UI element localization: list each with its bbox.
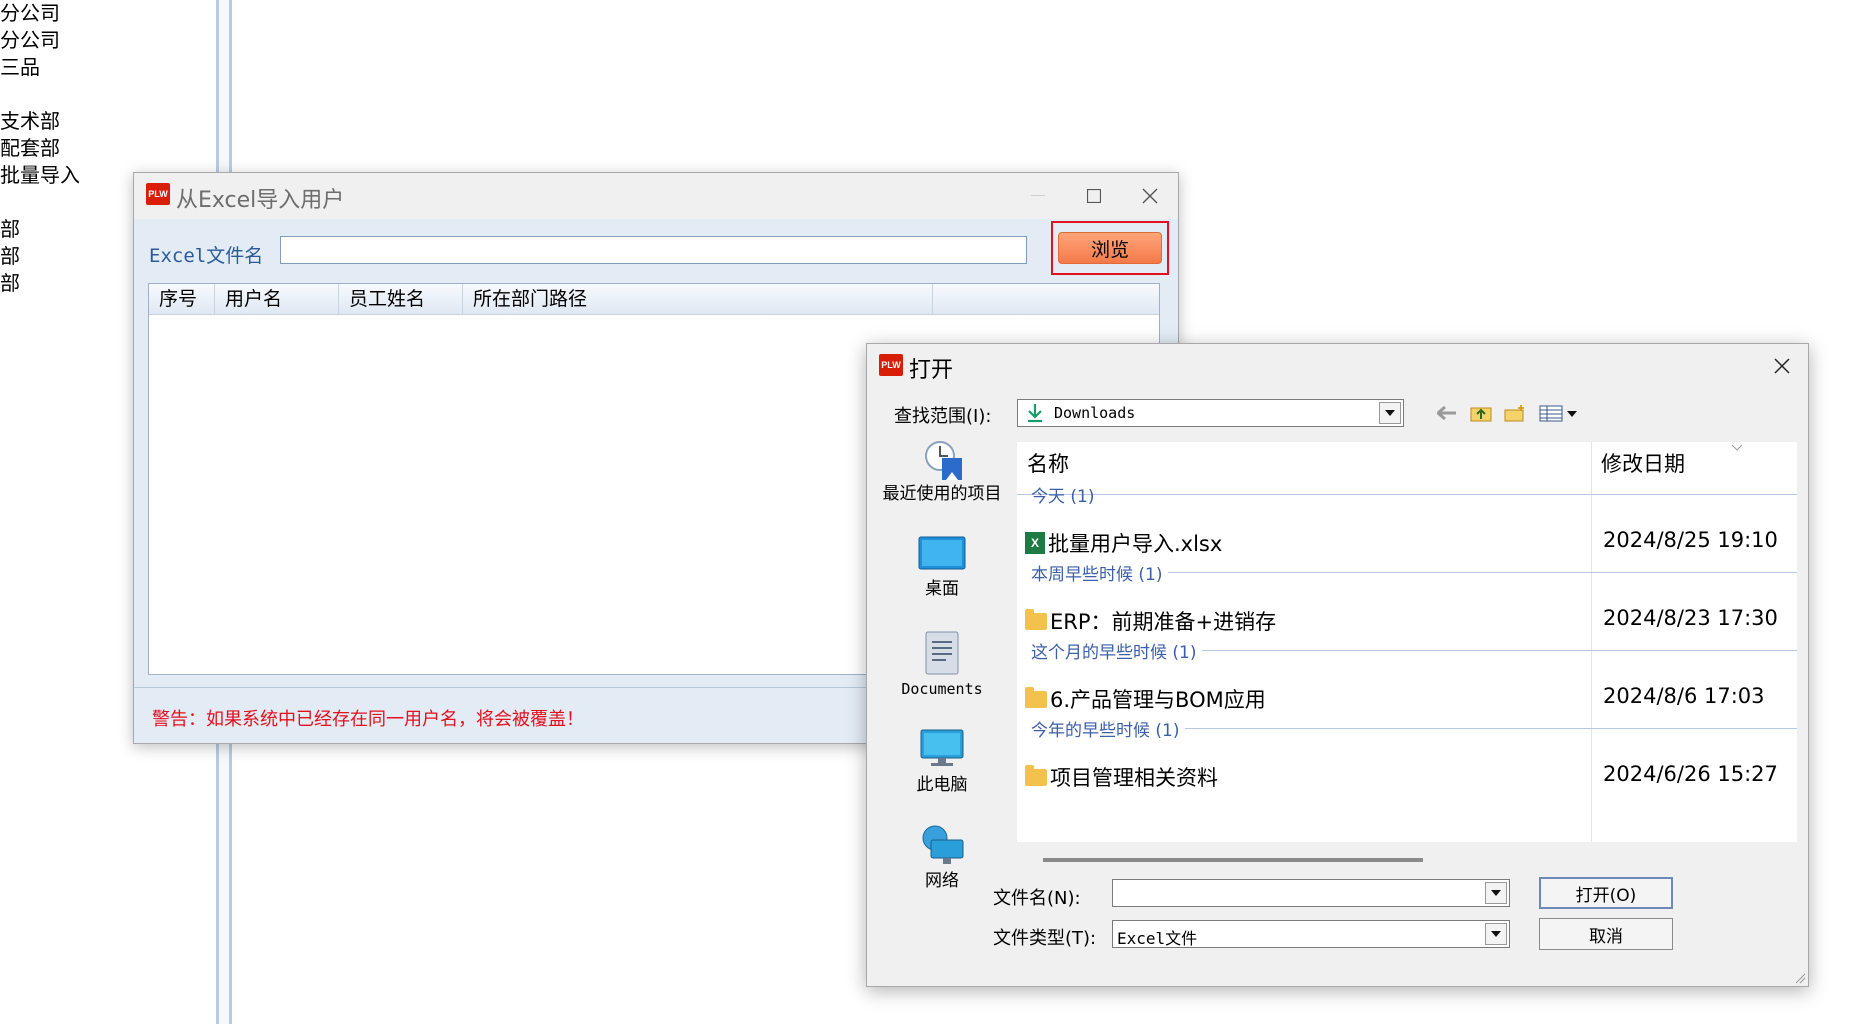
folder-icon <box>1025 764 1047 786</box>
up-folder-button[interactable] <box>1468 399 1494 427</box>
tree-item[interactable] <box>0 189 80 216</box>
column-header-username[interactable]: 用户名 <box>215 284 339 314</box>
desktop-icon <box>918 536 966 570</box>
file-name: 批量用户导入.xlsx <box>1048 532 1223 556</box>
column-header-index[interactable]: 序号 <box>149 284 215 314</box>
download-icon <box>1028 404 1042 423</box>
sort-chevron-icon <box>1731 444 1743 451</box>
background-tree: 分公司 分公司 三品 支术部 配套部 批量导入 部 部 部 <box>0 0 80 297</box>
place-documents[interactable]: Documents <box>867 630 1017 698</box>
column-header-employee-name[interactable]: 员工姓名 <box>339 284 463 314</box>
tree-item[interactable]: 支术部 <box>0 108 80 135</box>
look-in-combo[interactable]: Downloads <box>1017 399 1404 427</box>
back-button[interactable] <box>1434 399 1460 427</box>
tree-item[interactable]: 分公司 <box>0 27 80 54</box>
filename-combo[interactable] <box>1112 879 1510 907</box>
chevron-down-icon[interactable] <box>1485 882 1507 904</box>
new-folder-icon <box>1504 405 1524 422</box>
dialog-titlebar[interactable]: PLW 从Excel导入用户 <box>134 173 1178 219</box>
tree-item[interactable]: 部 <box>0 216 80 243</box>
tree-item[interactable] <box>0 81 80 108</box>
file-name: 6.产品管理与BOM应用 <box>1050 688 1266 712</box>
back-arrow-icon <box>1437 406 1456 420</box>
excel-filename-input[interactable] <box>280 236 1027 264</box>
dialog-title: 从Excel导入用户 <box>176 188 345 213</box>
tree-item[interactable]: 配套部 <box>0 135 80 162</box>
this-pc-icon <box>920 729 964 766</box>
documents-icon <box>925 631 959 675</box>
column-header-dept-path[interactable]: 所在部门路径 <box>463 284 933 314</box>
close-icon <box>1774 358 1790 374</box>
minimize-icon <box>1031 195 1045 196</box>
group-header: 这个月的早些时候 (1) <box>1031 638 1797 663</box>
close-button[interactable] <box>1122 173 1178 219</box>
view-list-icon <box>1539 405 1577 422</box>
chevron-down-icon[interactable] <box>1485 923 1507 945</box>
file-name: 项目管理相关资料 <box>1050 766 1218 790</box>
filename-label: 文件名(N): <box>993 888 1081 909</box>
file-list[interactable]: 名称 修改日期 今天 (1) X 批量用户导入.xlsx 2024/8/25 19… <box>1017 442 1797 842</box>
tree-item[interactable]: 三品 <box>0 54 80 81</box>
file-list-header: 名称 修改日期 <box>1017 442 1797 482</box>
close-button[interactable] <box>1756 344 1808 388</box>
folder-icon <box>1025 686 1047 708</box>
file-row[interactable]: X 批量用户导入.xlsx 2024/8/25 19:10 <box>1025 522 1795 562</box>
file-row[interactable]: 项目管理相关资料 2024/6/26 15:27 <box>1025 756 1795 796</box>
excel-filename-label: Excel文件名 <box>149 245 264 267</box>
look-in-value: Downloads <box>1054 404 1136 422</box>
view-menu-button[interactable] <box>1537 399 1581 427</box>
plw-logo-icon: PLW <box>879 354 903 376</box>
place-network[interactable]: 网络 <box>867 824 1017 891</box>
up-folder-icon <box>1470 407 1492 422</box>
tree-item[interactable]: 部 <box>0 243 80 270</box>
group-header: 今年的早些时候 (1) <box>1031 716 1797 741</box>
open-file-dialog: PLW 打开 查找范围(I): Downloads 最近使用的项目 桌面 Doc… <box>866 343 1809 987</box>
filetype-value: Excel文件 <box>1117 929 1198 948</box>
place-desktop[interactable]: 桌面 <box>867 536 1017 599</box>
file-date: 2024/8/23 17:30 <box>1603 606 1778 630</box>
network-icon <box>922 825 964 864</box>
file-date: 2024/6/26 15:27 <box>1603 762 1778 786</box>
column-header-modified[interactable]: 修改日期 <box>1601 448 1685 478</box>
folder-icon <box>1025 608 1047 630</box>
look-in-label: 查找范围(I): <box>894 406 992 427</box>
file-name: ERP：前期准备+进销存 <box>1050 610 1277 634</box>
file-row[interactable]: ERP：前期准备+进销存 2024/8/23 17:30 <box>1025 600 1795 640</box>
new-folder-button[interactable] <box>1502 399 1528 427</box>
browse-button[interactable]: 浏览 <box>1058 232 1162 264</box>
place-this-pc[interactable]: 此电脑 <box>867 728 1017 795</box>
tree-item[interactable]: 分公司 <box>0 0 80 27</box>
excel-file-icon: X <box>1025 532 1045 554</box>
maximize-icon <box>1087 189 1101 203</box>
file-row[interactable]: 6.产品管理与BOM应用 2024/8/6 17:03 <box>1025 678 1795 718</box>
dialog-title: 打开 <box>909 358 954 383</box>
file-date: 2024/8/6 17:03 <box>1603 684 1765 708</box>
tree-item[interactable]: 批量导入 <box>0 162 80 189</box>
file-date: 2024/8/25 19:10 <box>1603 528 1778 552</box>
open-button[interactable]: 打开(O) <box>1539 877 1673 909</box>
grid-header: 序号 用户名 员工姓名 所在部门路径 <box>149 284 1159 315</box>
chevron-down-icon[interactable] <box>1379 402 1401 424</box>
close-icon <box>1142 188 1158 204</box>
maximize-button[interactable] <box>1066 173 1122 219</box>
plw-logo-icon: PLW <box>146 183 170 205</box>
overwrite-warning: 警告：如果系统中已经存在同一用户名，将会被覆盖！ <box>152 709 584 730</box>
resize-grip-icon[interactable] <box>1794 972 1806 984</box>
column-header-name[interactable]: 名称 <box>1027 448 1069 478</box>
cancel-button[interactable]: 取消 <box>1539 918 1673 950</box>
group-header: 本周早些时候 (1) <box>1031 560 1797 585</box>
filetype-label: 文件类型(T): <box>993 928 1097 949</box>
place-recent[interactable]: 最近使用的项目 <box>867 440 1017 504</box>
browse-highlight-frame: 浏览 <box>1051 221 1169 275</box>
tree-item[interactable]: 部 <box>0 270 80 297</box>
horizontal-scrollbar[interactable] <box>1043 858 1423 862</box>
filetype-combo[interactable]: Excel文件 <box>1112 920 1510 948</box>
group-header: 今天 (1) <box>1031 482 1797 507</box>
recent-items-icon <box>925 441 962 480</box>
minimize-button[interactable] <box>1010 173 1066 219</box>
